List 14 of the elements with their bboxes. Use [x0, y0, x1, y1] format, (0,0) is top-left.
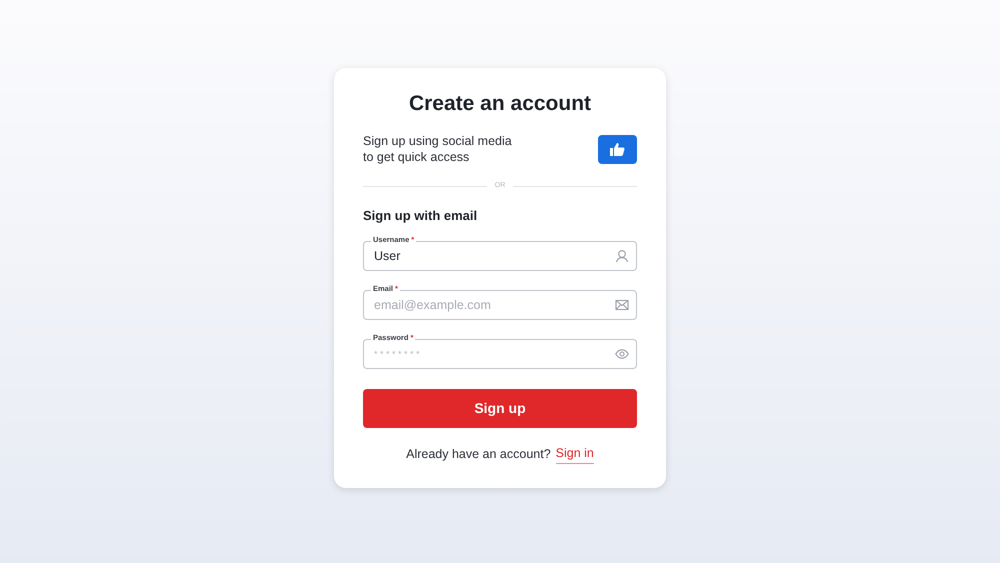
user-icon [615, 249, 629, 263]
account-prompt: Already have an account? [406, 446, 551, 463]
eye-icon [615, 347, 629, 361]
section-heading: Sign up with email [363, 206, 478, 225]
mail-icon [615, 298, 629, 312]
form-title: Create an account [408, 91, 592, 117]
sign-in-link[interactable]: Sign in [556, 444, 594, 464]
input-field[interactable]: email@example.com [363, 290, 637, 320]
input-field[interactable]: * * * * * * * * [363, 339, 637, 369]
sign-up-button[interactable]: Sign up [363, 389, 637, 428]
like-button[interactable] [598, 134, 637, 164]
social-signup-text: Sign up using social media to get quick access [363, 133, 512, 165]
thumbs-up-icon [610, 142, 625, 156]
input-field[interactable]: User [363, 241, 637, 271]
